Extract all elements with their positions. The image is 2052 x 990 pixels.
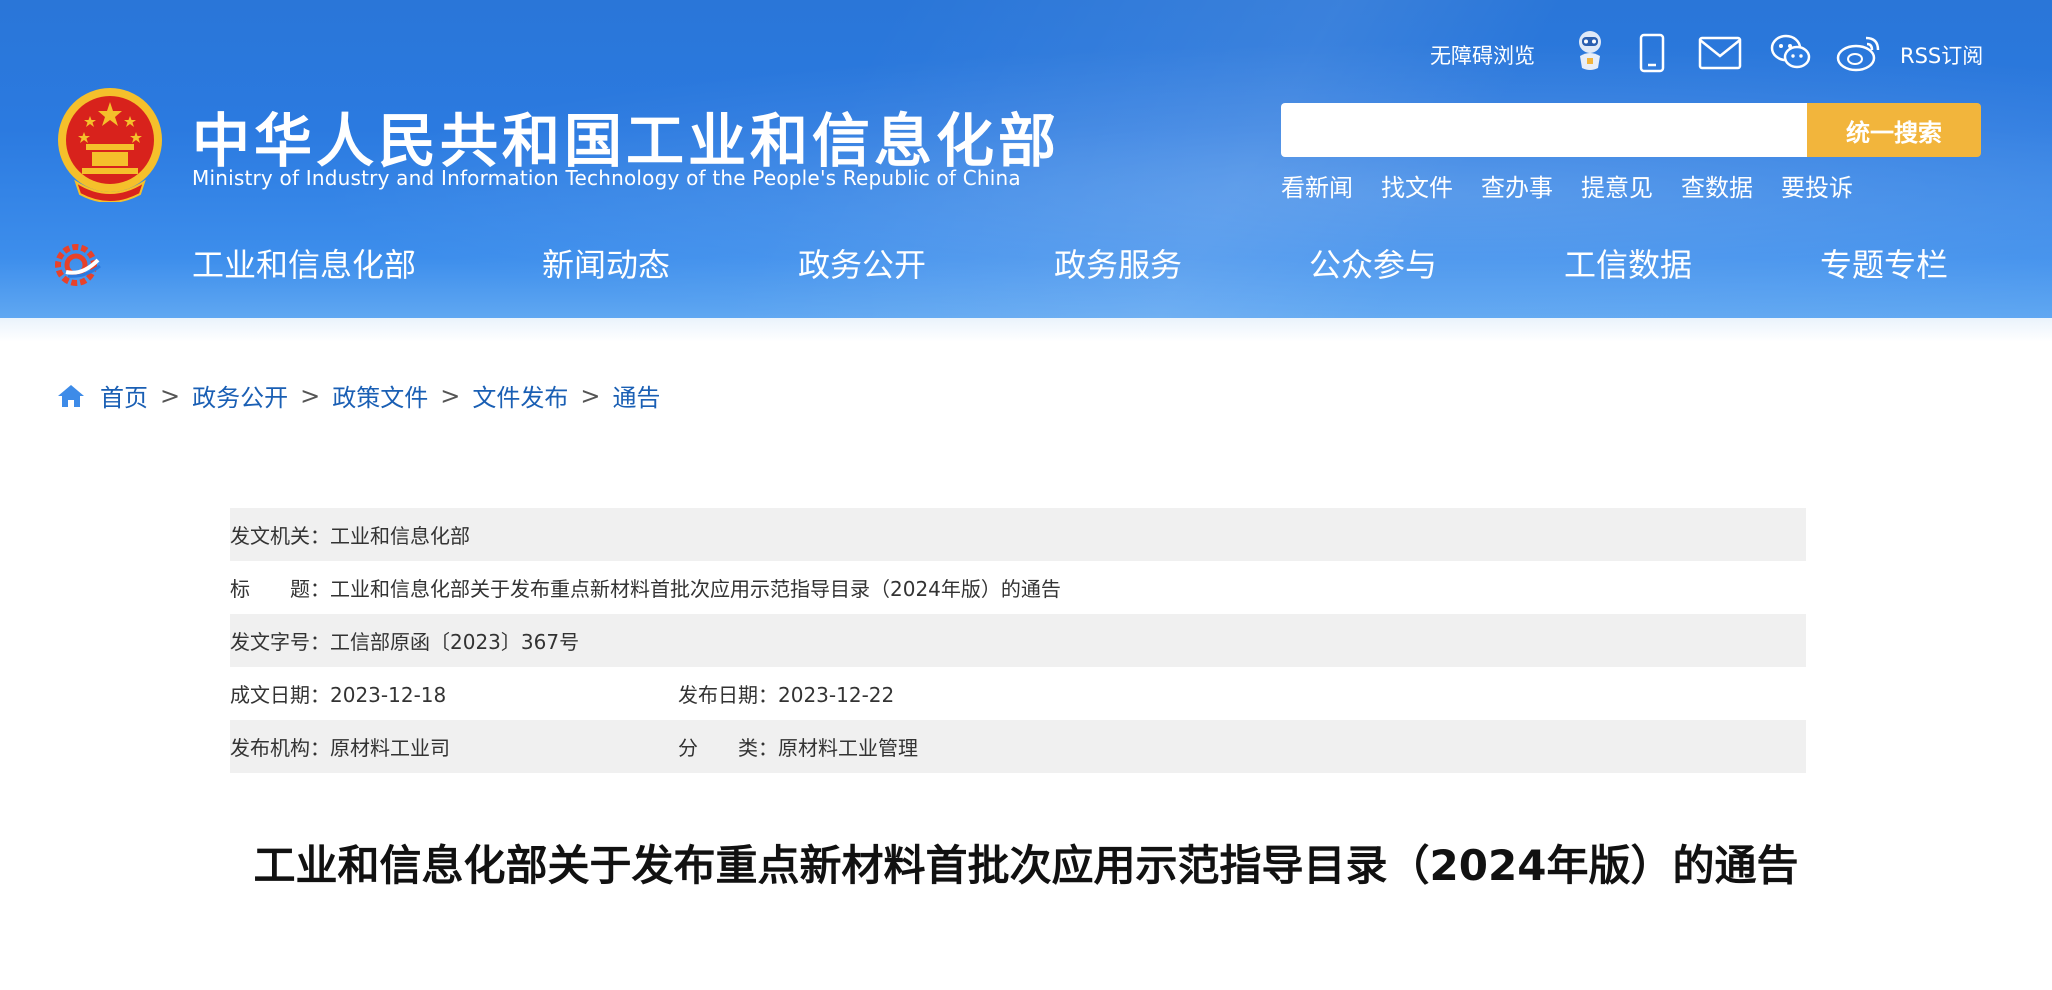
breadcrumb-gov-affairs[interactable]: 政务公开: [192, 378, 288, 413]
meta-row-title: 标 题： 工业和信息化部关于发布重点新材料首批次应用示范指导目录（2024年版）…: [230, 561, 1806, 614]
national-emblem-icon: [58, 88, 162, 202]
site-subtitle: Ministry of Industry and Information Tec…: [192, 166, 1021, 190]
quick-link-suggestions[interactable]: 提意见: [1581, 168, 1653, 203]
written-date-label: 成文日期：: [230, 683, 330, 707]
header-shadow: [0, 318, 2052, 342]
title-value: 工业和信息化部关于发布重点新材料首批次应用示范指导目录（2024年版）的通告: [330, 577, 1061, 601]
org-cell: 发布机构：原材料工业司: [230, 732, 678, 761]
breadcrumb-separator: >: [440, 381, 461, 410]
weibo-icon[interactable]: [1836, 32, 1884, 72]
category-value: 原材料工业管理: [778, 736, 918, 760]
quick-link-complaints[interactable]: 要投诉: [1781, 168, 1853, 203]
quick-link-news[interactable]: 看新闻: [1281, 168, 1353, 203]
docno-value: 工信部原函〔2023〕367号: [330, 630, 580, 654]
meta-row-org: 发布机构：原材料工业司 分 类：原材料工业管理: [230, 720, 1806, 773]
quick-link-services[interactable]: 查办事: [1481, 168, 1553, 203]
document-title: 工业和信息化部关于发布重点新材料首批次应用示范指导目录（2024年版）的通告: [253, 841, 1799, 890]
docno-label: 发文字号：: [230, 630, 330, 654]
nav-item-public-participation[interactable]: 公众参与: [1309, 240, 1437, 286]
nav-item-data[interactable]: 工信数据: [1564, 240, 1692, 286]
breadcrumb-separator: >: [160, 381, 181, 410]
breadcrumb-policy-docs[interactable]: 政策文件: [332, 378, 428, 413]
nav-item-ministry[interactable]: 工业和信息化部: [192, 240, 416, 286]
rss-link[interactable]: RSS订阅: [1900, 40, 1983, 70]
search-input[interactable]: [1281, 103, 1809, 157]
meta-row-docno: 发文字号： 工信部原函〔2023〕367号: [230, 614, 1806, 667]
published-date-label: 发布日期：: [678, 683, 778, 707]
nav-item-special-topics[interactable]: 专题专栏: [1820, 240, 1948, 286]
quick-link-documents[interactable]: 找文件: [1381, 168, 1453, 203]
document-metadata: 发文机关： 工业和信息化部 标 题： 工业和信息化部关于发布重点新材料首批次应用…: [230, 508, 1806, 773]
mail-icon[interactable]: [1698, 36, 1742, 70]
quick-link-data[interactable]: 查数据: [1681, 168, 1753, 203]
quick-links: 看新闻 找文件 查办事 提意见 查数据 要投诉: [1281, 168, 1881, 203]
org-label: 发布机构：: [230, 736, 330, 760]
unified-search-button[interactable]: 统一搜索: [1807, 103, 1981, 157]
breadcrumb-doc-release[interactable]: 文件发布: [472, 378, 568, 413]
nav-item-gov-affairs[interactable]: 政务公开: [798, 240, 926, 286]
accessibility-link[interactable]: 无障碍浏览: [1430, 40, 1535, 70]
breadcrumb-home[interactable]: 首页: [100, 378, 148, 413]
robot-assistant-icon[interactable]: [1572, 28, 1608, 74]
written-date-value: 2023-12-18: [330, 683, 447, 707]
nav-item-news[interactable]: 新闻动态: [542, 240, 670, 286]
home-icon[interactable]: [56, 383, 86, 409]
main-nav: 工业和信息化部 新闻动态 政务公开 政务服务 公众参与 工信数据 专题专栏: [0, 240, 2052, 294]
breadcrumb-separator: >: [300, 381, 321, 410]
wechat-icon[interactable]: [1770, 33, 1812, 71]
meta-row-issuer: 发文机关： 工业和信息化部: [230, 508, 1806, 561]
nav-item-gov-services[interactable]: 政务服务: [1054, 240, 1182, 286]
issuer-label: 发文机关：: [230, 524, 330, 548]
published-date-cell: 发布日期：2023-12-22: [678, 679, 894, 708]
title-label: 标 题：: [230, 577, 330, 601]
breadcrumb: 首页 > 政务公开 > 政策文件 > 文件发布 > 通告: [56, 378, 660, 413]
issuer-value: 工业和信息化部: [330, 524, 470, 548]
meta-row-dates: 成文日期：2023-12-18 发布日期：2023-12-22: [230, 667, 1806, 720]
breadcrumb-notice[interactable]: 通告: [612, 378, 660, 413]
org-value: 原材料工业司: [330, 736, 450, 760]
category-label: 分 类：: [678, 736, 778, 760]
category-cell: 分 类：原材料工业管理: [678, 732, 918, 761]
mobile-icon[interactable]: [1638, 33, 1666, 73]
published-date-value: 2023-12-22: [778, 683, 895, 707]
breadcrumb-separator: >: [580, 381, 601, 410]
written-date-cell: 成文日期：2023-12-18: [230, 679, 678, 708]
